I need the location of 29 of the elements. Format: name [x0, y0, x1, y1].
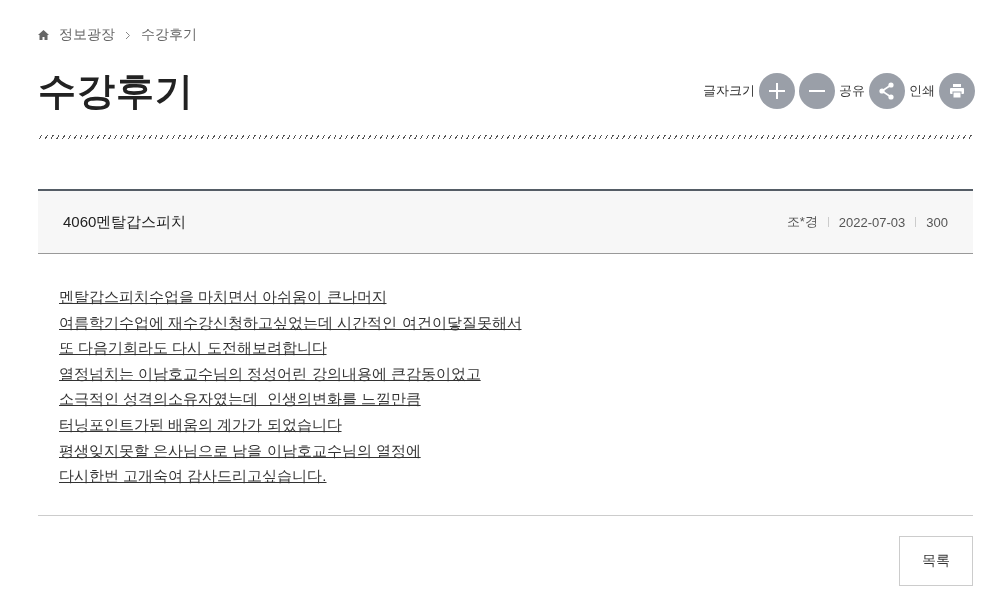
printer-icon: [947, 81, 967, 101]
zoom-in-button[interactable]: [759, 73, 795, 109]
review-text-line: 또 다음기회라도 다시 도전해보려합니다: [59, 338, 327, 359]
review-text-line: 다시한번 고개숙여 감사드리고싶습니다.: [59, 466, 327, 487]
share-button[interactable]: [869, 73, 905, 109]
share-icon: [877, 81, 897, 101]
review-text-line: 열정넘치는 이남호교수님의 정성어린 강의내용에 큰감동이었고: [59, 363, 481, 384]
review-text-line: 멘탈갑스피치수업을 마치면서 아쉬움이 큰나머지: [59, 287, 387, 307]
font-size-label: 글자크기: [703, 82, 755, 100]
post-title: 4060멘탈갑스피치: [63, 212, 187, 232]
breadcrumb-link[interactable]: 수강후기: [141, 26, 197, 44]
plus-icon: [767, 81, 787, 101]
post-date: 2022-07-03: [838, 214, 906, 230]
print-label: 인쇄: [909, 82, 935, 100]
review-text-line: 터닝포인트가된 배움의 계가가 되었습니다: [59, 414, 342, 435]
home-icon[interactable]: [38, 30, 49, 40]
chevron-icon: [125, 30, 131, 40]
zoom-out-button[interactable]: [799, 73, 835, 109]
print-button[interactable]: [939, 73, 975, 109]
share-label: 공유: [839, 82, 865, 100]
breadcrumb-link[interactable]: 정보광장: [59, 26, 115, 44]
review-text-line: 소극적인 성격의소유자였는데 인생의변화를 느낄만큼: [59, 389, 421, 410]
post-author: 조*경: [786, 213, 818, 231]
minus-icon: [807, 90, 827, 92]
list-button[interactable]: 목록: [899, 535, 973, 586]
review-text-line: 여름학기수업에 재수강신청하고싶었는데 시간적인 여건이닿질못해서: [59, 312, 522, 333]
view-count: 300: [926, 214, 948, 230]
review-text-line: 평생잊지못할 은사님으로 남을 이남호교수님의 열정에: [59, 440, 421, 461]
page-title: 수강후기: [38, 68, 194, 114]
